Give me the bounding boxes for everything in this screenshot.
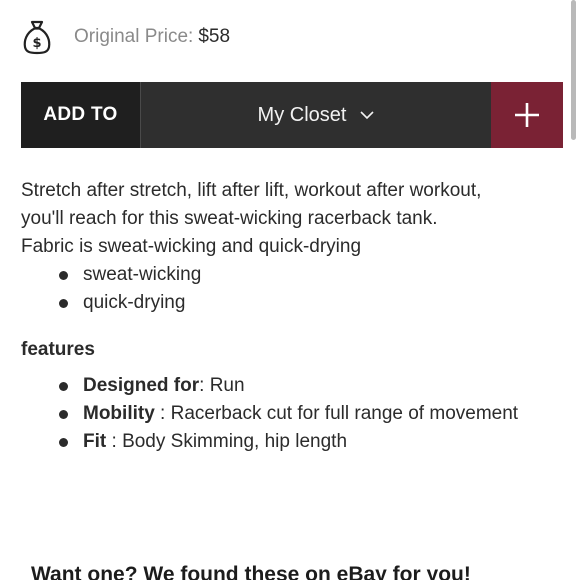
fabric-bullet-list: sweat-wicking quick-drying (21, 261, 571, 317)
description-line: Fabric is sweat-wicking and quick-drying (21, 236, 362, 257)
closet-select-dropdown[interactable]: My Closet (140, 82, 491, 148)
svg-text:$: $ (32, 36, 41, 51)
ebay-section-heading: Want one? We found these on eBay for you… (31, 563, 471, 580)
list-item: Designed for: Run (59, 372, 580, 400)
original-price-label: Original Price: (74, 26, 194, 47)
original-price-value: $58 (198, 26, 231, 47)
feature-name: Designed for (83, 375, 200, 396)
closet-select-value: My Closet (257, 103, 347, 126)
feature-value: Body Skimming, hip length (122, 431, 348, 452)
listing-details: $ Original Price: $58 ADD TO My Closet S… (0, 0, 580, 580)
feature-name: Mobility (83, 403, 155, 424)
add-to-label: ADD TO (21, 82, 140, 148)
description-line: Stretch after stretch, lift after lift, … (21, 180, 482, 201)
feature-value: Racerback cut for full range of movement (170, 403, 519, 424)
feature-separator: : (106, 431, 123, 452)
feature-value: Run (209, 375, 245, 396)
feature-name: Fit (83, 431, 107, 452)
add-to-closet-button[interactable] (491, 82, 563, 148)
features-heading: features (21, 339, 95, 360)
list-item: Fit : Body Skimming, hip length (59, 428, 580, 456)
description-line: you'll reach for this sweat-wicking race… (21, 208, 438, 229)
feature-separator: : (199, 375, 210, 396)
scrollbar[interactable] (571, 0, 576, 140)
feature-separator: : (154, 403, 171, 424)
moneybag-icon: $ (23, 20, 51, 55)
original-price-row: $ Original Price: $58 (22, 19, 230, 55)
list-item: quick-drying (59, 289, 571, 317)
chevron-down-icon (360, 110, 375, 119)
list-item: sweat-wicking (59, 261, 571, 289)
list-item: Mobility : Racerback cut for full range … (59, 400, 580, 428)
feature-list: Designed for: Run Mobility : Racerback c… (21, 372, 580, 456)
product-description: Stretch after stretch, lift after lift, … (21, 177, 571, 317)
add-to-closet-bar: ADD TO My Closet (21, 82, 563, 148)
plus-icon (515, 103, 539, 127)
